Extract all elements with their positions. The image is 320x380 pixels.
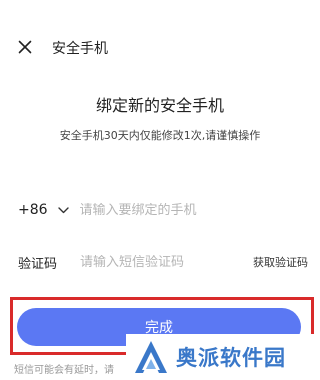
verification-code-input[interactable] [80, 254, 253, 270]
close-button[interactable] [14, 36, 36, 58]
verification-code-label: 验证码 [18, 256, 58, 272]
watermark-text: 奥派软件园 [176, 346, 286, 370]
watermark-logo-icon [135, 341, 167, 373]
verification-row: 验证码 获取验证码 [18, 250, 308, 274]
country-code-selector[interactable]: +86 [18, 202, 48, 218]
footnote-text: 短信可能会有延时，请 [14, 365, 114, 376]
section-subtitle: 安全手机30天内仅能修改1次,请谨慎操作 [59, 129, 261, 142]
header: 安全手机 [0, 30, 320, 64]
close-icon [18, 40, 32, 54]
phone-input[interactable] [79, 202, 308, 218]
section-title: 绑定新的安全手机 [95, 96, 224, 115]
chevron-down-icon[interactable] [58, 204, 70, 216]
get-code-button[interactable]: 获取验证码 [253, 254, 308, 270]
phone-row: +86 [18, 198, 308, 222]
page-title: 安全手机 [52, 41, 108, 57]
watermark: 奥派软件园 [126, 334, 320, 380]
screen: 安全手机 绑定新的安全手机 安全手机30天内仅能修改1次,请谨慎操作 +86 验… [0, 0, 320, 380]
